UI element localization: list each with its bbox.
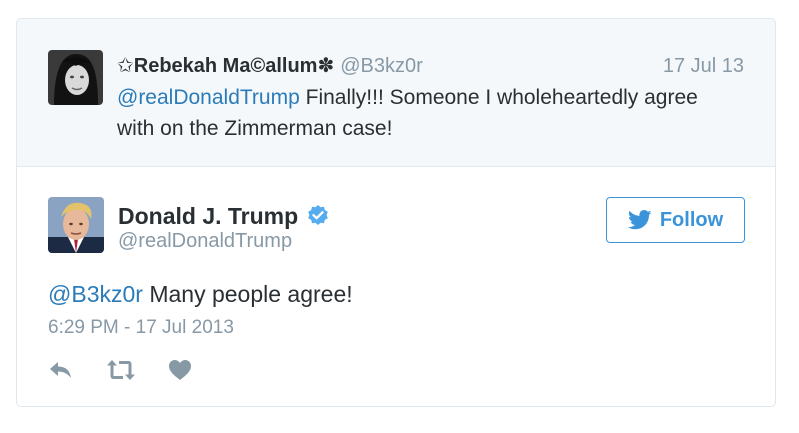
- main-mention-link[interactable]: @B3kz0r: [48, 281, 143, 307]
- main-avatar[interactable]: [48, 197, 104, 253]
- parent-avatar[interactable]: [48, 50, 103, 105]
- follow-button[interactable]: Follow: [606, 197, 745, 243]
- parent-handle[interactable]: @B3kz0r: [340, 55, 423, 77]
- heart-icon[interactable]: [168, 359, 192, 381]
- parent-tweet[interactable]: ✩Rebekah Ma©allum✽ @B3kz0r 17 Jul 13 @rea…: [17, 19, 775, 167]
- verified-badge-icon: [306, 204, 330, 228]
- parent-author-row: ✩Rebekah Ma©allum✽ @B3kz0r: [117, 53, 423, 79]
- main-handle[interactable]: @realDonaldTrump: [118, 230, 292, 253]
- retweet-icon[interactable]: [106, 359, 136, 381]
- parent-tweet-text: @realDonaldTrump Finally!!! Someone I wh…: [117, 82, 727, 144]
- reply-icon[interactable]: [48, 359, 74, 381]
- follow-button-label: Follow: [659, 208, 724, 231]
- main-text-body: Many people agree!: [142, 281, 353, 307]
- main-author-row: Donald J. Trump: [118, 201, 330, 231]
- tweet-timestamp[interactable]: 6:29 PM - 17 Jul 2013: [48, 317, 234, 339]
- main-tweet-text: @B3kz0r Many people agree!: [48, 279, 353, 309]
- parent-date[interactable]: 17 Jul 13: [663, 55, 744, 78]
- parent-display-name[interactable]: ✩Rebekah Ma©allum✽: [117, 55, 334, 77]
- parent-mention-link[interactable]: @realDonaldTrump: [117, 86, 300, 109]
- embedded-tweet-card: ✩Rebekah Ma©allum✽ @B3kz0r 17 Jul 13 @rea…: [16, 18, 776, 407]
- main-display-name[interactable]: Donald J. Trump: [118, 201, 298, 231]
- tweet-actions: [48, 359, 192, 381]
- twitter-bird-icon: [627, 210, 652, 230]
